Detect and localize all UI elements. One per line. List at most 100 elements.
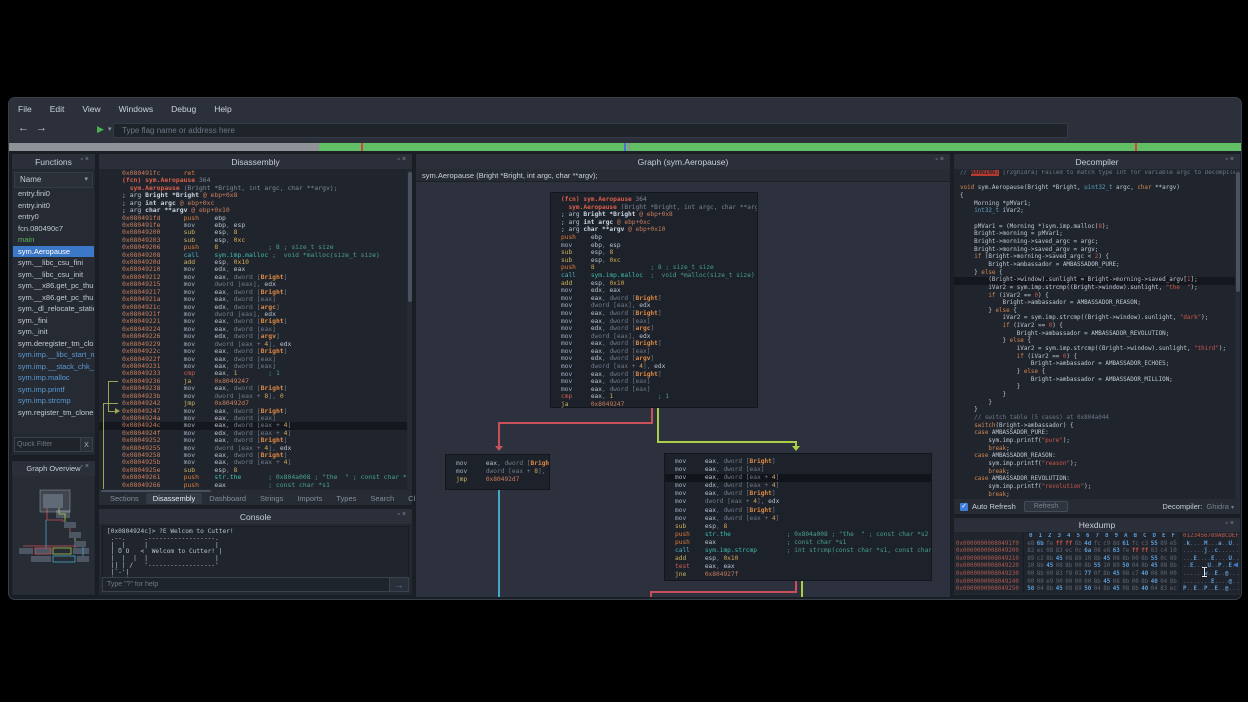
forward-arrow-icon[interactable]: → [36,122,47,134]
function-list-item[interactable]: sym.imp.printf [13,384,94,396]
code-line[interactable]: Bright->morning = pMVar1; [960,231,1235,239]
disassembly-vscrollbar[interactable] [408,170,412,489]
debug-play-icon[interactable]: ▶ [97,124,104,135]
hexdump-row[interactable]: 0x0000000008049220108b45088b008b55108950… [956,563,1238,571]
code-line[interactable]: case AMBASSADOR_REASON: [960,453,1235,461]
tab-types[interactable]: Types [329,493,363,504]
code-line[interactable]: // WARNING: [r2ghidra] Failed to match t… [960,170,1235,178]
code-line[interactable]: { [960,193,1235,201]
code-line[interactable]: switch(Bright->ambassador) { [960,423,1235,431]
code-line[interactable]: int32_t iVar2; [960,208,1235,216]
code-line[interactable]: push 8 ; 8 ; size_t size [561,264,757,272]
function-list-item[interactable]: entry.init0 [13,200,94,212]
code-line[interactable]: push str.the ; 0x804a008 ; "the " ; cons… [675,531,931,539]
code-line[interactable]: call sym.imp.malloc ; void *malloc(size_… [561,272,757,280]
code-line[interactable]: iVar2 = sym.imp.strcmp((Bright->window).… [960,315,1235,323]
functions-sort-dropdown[interactable]: Name ▾ [14,172,93,188]
code-line[interactable]: mov eax, dword [eax + 4] [675,515,931,523]
close-panel-icon[interactable]: × [402,511,408,518]
function-list-item[interactable]: main [13,234,94,246]
code-line[interactable]: if (iVar2 == 0) { [960,293,1235,301]
function-list-item[interactable]: sym.imp.malloc [13,372,94,384]
code-line[interactable]: ja 0x8049247 [561,401,757,409]
function-list-item[interactable]: sym.__libc_csu_fini [13,257,94,269]
menu-view[interactable]: View [73,98,109,114]
code-line[interactable]: mov eax, dword [Bright] [675,507,931,515]
code-line[interactable]: ; arg char **argv @ ebp+0x10 [561,226,757,234]
code-line[interactable]: 0x08049266 push eax ; const char *s1 [122,482,407,489]
code-line[interactable]: // switch table (5 cases) at 0x804a044 [960,415,1235,423]
code-line[interactable]: } [960,400,1235,408]
code-line[interactable]: mov eax, dword [eax] [561,378,757,386]
tab-sections[interactable]: Sections [103,493,146,504]
auto-refresh-checkbox[interactable]: ✓ [960,503,968,511]
refresh-button[interactable]: Refresh [1024,501,1069,512]
close-panel-icon[interactable]: × [402,156,408,163]
code-line[interactable]: mov eax, dword [Bright] [675,458,931,466]
function-list-item[interactable]: entry.fini0 [13,188,94,200]
code-line[interactable]: if (iVar2 == 0) { [960,354,1235,362]
code-line[interactable]: mov eax, dword [eax] [675,466,931,474]
code-line[interactable]: mov ebp, esp [561,242,757,250]
code-line[interactable]: Morning *pMVar1; [960,201,1235,209]
play-dropdown-chevron-icon[interactable]: ▾ [108,125,112,133]
graph-canvas[interactable]: (fcn) sym.Aeropause 364 sym.Aeropause (B… [416,182,950,597]
hexdump-collapse-chevron-icon[interactable]: ◀ [1233,561,1238,569]
tab-imports[interactable]: Imports [290,493,329,504]
close-panel-icon[interactable]: × [1230,520,1236,527]
code-line[interactable]: Bright->ambassador = AMBASSADOR_ECHOES; [960,361,1235,369]
console-input[interactable] [102,577,396,592]
code-line[interactable]: sub esp, 0xc [561,257,757,265]
menu-windows[interactable]: Windows [110,98,162,114]
code-line[interactable]: mov edx, dword [argv] [561,355,757,363]
function-list-item[interactable]: sym.__x86.get_pc_thunk.bx [13,292,94,304]
function-list-item[interactable]: sym._init [13,326,94,338]
code-line[interactable]: } else { [960,369,1235,377]
code-line[interactable]: mov eax, dword [eax] [561,386,757,394]
code-line[interactable]: if (Bright->morning->saved_argc < 2) { [960,254,1235,262]
hexdump-row[interactable]: 0x000000000804920083ec0883ec0c6a08e863fe… [956,548,1238,556]
graph-block-entry[interactable]: (fcn) sym.Aeropause 364 sym.Aeropause (B… [550,192,758,408]
code-line[interactable]: Bright->ambassador = AMBASSADOR_REASON; [960,300,1235,308]
close-panel-icon[interactable]: × [85,463,91,470]
code-line[interactable]: } else { [960,338,1235,346]
menu-help[interactable]: Help [205,98,240,114]
quick-filter-input[interactable] [14,437,86,452]
code-line[interactable]: mov eax, dword [Bright] [561,340,757,348]
quick-filter-clear-button[interactable]: X [80,437,93,452]
tab-disassembly[interactable]: Disassembly [146,493,203,504]
close-panel-icon[interactable]: × [940,156,946,163]
function-list-item[interactable]: sym.deregister_tm_clones [13,338,94,350]
address-nav-bar[interactable] [9,143,1241,151]
hexdump-row[interactable]: 0x00000000080492400000e9900000008b45088b… [956,579,1238,587]
code-line[interactable]: } [960,392,1235,400]
function-list-item[interactable]: sym._fini [13,315,94,327]
code-line[interactable]: sub esp, 8 [561,249,757,257]
code-line[interactable]: iVar2 = sym.imp.strcmp((Bright->window).… [960,346,1235,354]
code-line[interactable]: mov eax, dword [Bright] [561,295,757,303]
tab-strings[interactable]: Strings [253,493,290,504]
code-line[interactable]: jmp 0x80492d7 [456,476,549,484]
code-line[interactable]: (Bright->window).sunlight = Bright->morn… [954,277,1235,285]
code-line[interactable]: Bright->morning->saved_argc = argc; [960,239,1235,247]
console-send-button[interactable]: → [389,577,409,592]
graph-block-true[interactable]: mov eax, dword [Bright]mov eax, dword [e… [664,453,932,581]
code-line[interactable]: ; arg Bright *Bright @ ebp+0x8 [561,211,757,219]
code-line[interactable]: void sym.Aeropause(Bright *Bright, uint3… [960,185,1235,193]
menu-edit[interactable]: Edit [41,98,74,114]
code-line[interactable]: iVar2 = sym.imp.strcmp((Bright->window).… [960,285,1235,293]
function-list-item[interactable]: sym.imp.__stack_chk_fail [13,361,94,373]
code-line[interactable]: push eax ; const char *s1 [675,539,931,547]
tab-dashboard[interactable]: Dashboard [202,493,253,504]
code-line[interactable]: sym.imp.printf("revolution"); [960,484,1235,492]
decompiler-engine-select[interactable]: Ghidra ▾ [1206,502,1234,511]
code-line[interactable]: mov eax, dword [Bright] [675,490,931,498]
code-line[interactable]: Bright->morning->saved_argv = argv; [960,247,1235,255]
code-line[interactable]: Bright->ambassador = AMBASSADOR_REVOLUTI… [960,331,1235,339]
search-input[interactable] [113,123,1068,138]
graph-block-false[interactable]: mov eax, dword [Bright]mov dword [eax + … [445,454,550,490]
hexdump-row[interactable]: 0x0000000008049230008b0083f801770f8b4508… [956,571,1238,579]
close-panel-icon[interactable]: × [1230,156,1236,163]
code-line[interactable]: case AMBASSADOR_REVOLUTION: [960,476,1235,484]
code-line[interactable]: test eax, eax [675,563,931,571]
